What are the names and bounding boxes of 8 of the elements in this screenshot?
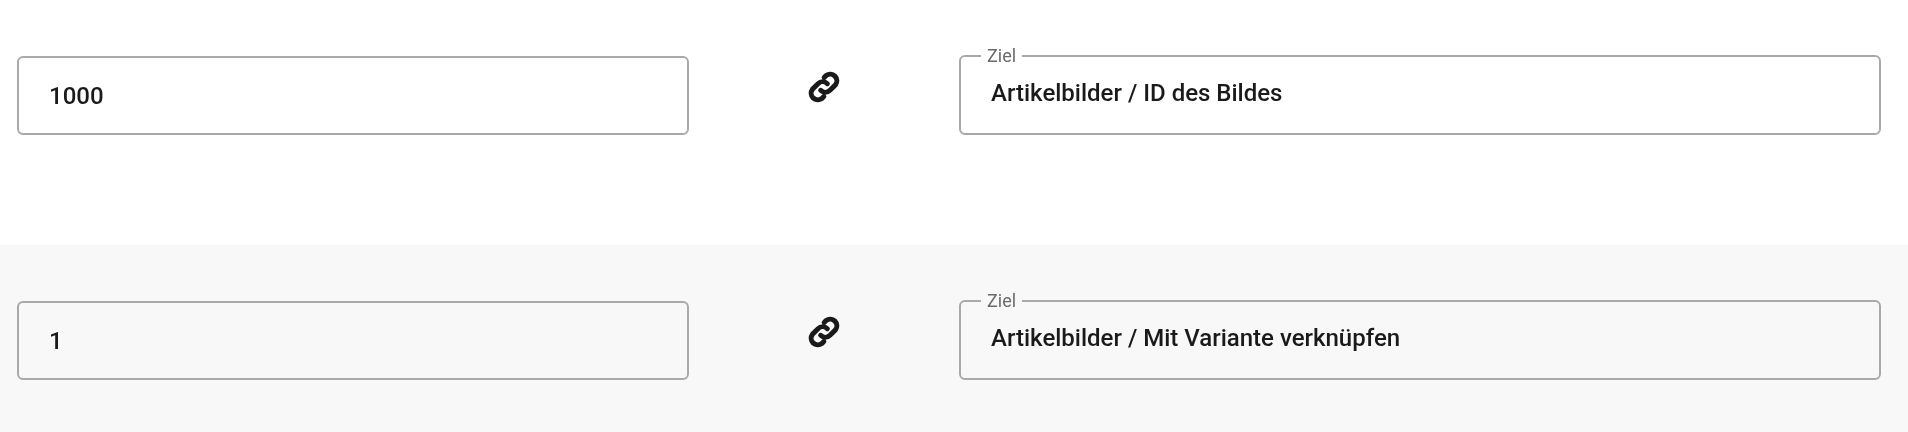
field-label: Ziel (986, 45, 1018, 67)
value-field[interactable]: 1000 (17, 56, 689, 135)
value-field[interactable]: 1 (17, 301, 689, 380)
target-field[interactable]: Ziel Artikelbilder / ID des Bildes (959, 45, 1881, 135)
field-value: Artikelbilder / ID des Bildes (991, 79, 1284, 108)
field-value: Artikelbilder / Mit Variante verknüpfen (991, 324, 1402, 353)
field-label: Ziel (986, 290, 1018, 312)
target-field[interactable]: Ziel Artikelbilder / Mit Variante verknüpfen (959, 290, 1881, 380)
